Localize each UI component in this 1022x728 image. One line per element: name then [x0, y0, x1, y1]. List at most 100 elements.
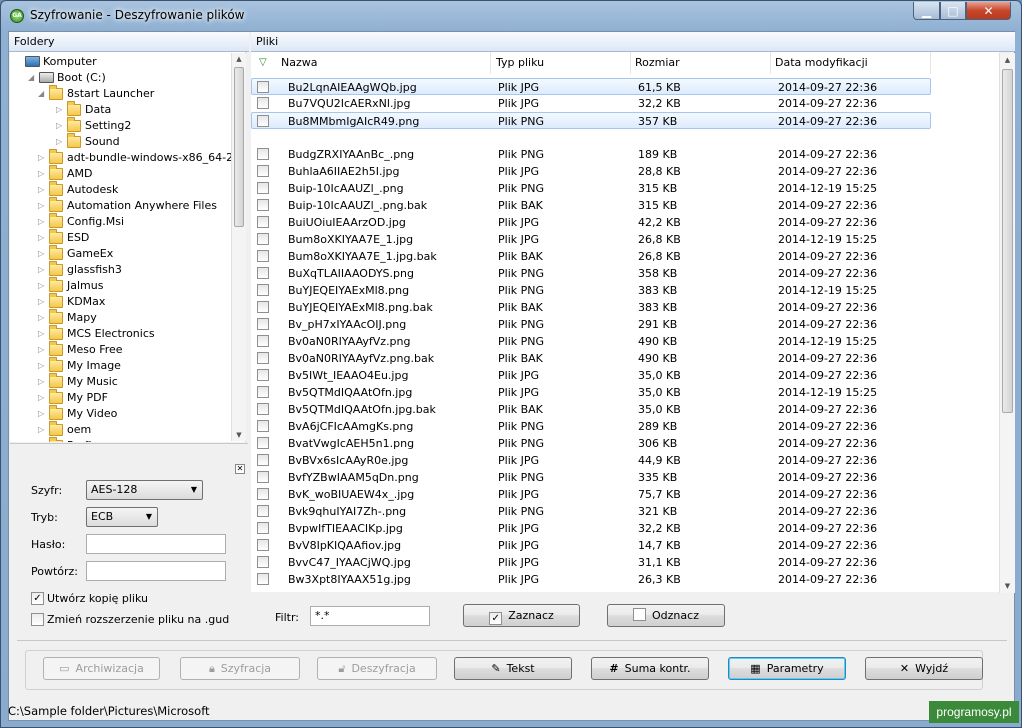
row-checkbox[interactable]	[257, 182, 269, 194]
table-row[interactable]: BuYJEQEIYAExMl8.png Plik PNG 383 KB 2014-12…	[252, 282, 932, 299]
row-checkbox[interactable]	[257, 505, 269, 517]
col-name[interactable]: ▽ Nazwa	[251, 52, 491, 74]
table-row[interactable]: Bv_pH7xIYAAcOIJ.png Plik PNG 291 KB 2014-09…	[252, 316, 932, 333]
title-bar[interactable]: GA Szyfrowanie - Deszyfrowanie plików ▁ …	[1, 1, 1021, 31]
row-checkbox[interactable]	[257, 539, 269, 551]
table-row[interactable]: Bv5IWt_IEAAO4Eu.jpg Plik JPG 35,0 KB 2014-0…	[252, 367, 932, 384]
table-row[interactable]: BvvC47_IYAACjWQ.jpg Plik JPG 31,1 KB 2014-0…	[252, 554, 932, 571]
table-row[interactable]: BvK_woBIUAEW4x_.jpg Plik JPG 75,7 KB 2014-0…	[252, 486, 932, 503]
row-checkbox[interactable]	[257, 267, 269, 279]
table-row[interactable]: Bu2LqnAIEAAgWQb.jpg Plik JPG 61,5 KB 2014-0…	[251, 78, 931, 95]
expand-arrow-icon[interactable]: ▷	[56, 118, 65, 134]
table-row[interactable]: Bvk9qhuIYAI7Zh-.png Plik PNG 321 KB 2014-09…	[252, 503, 932, 520]
row-checkbox[interactable]	[257, 471, 269, 483]
expand-arrow-icon[interactable]: ▷	[38, 262, 47, 278]
row-checkbox[interactable]	[257, 437, 269, 449]
text-button[interactable]: ✎ Tekst	[454, 657, 572, 680]
files-scroll-thumb[interactable]	[1002, 69, 1013, 413]
col-size[interactable]: Rozmiar	[631, 52, 771, 74]
expand-arrow-icon[interactable]: ▷	[38, 342, 47, 358]
parameters-button[interactable]: ▦ Parametry	[728, 657, 846, 680]
row-checkbox[interactable]	[257, 165, 269, 177]
expand-arrow-icon[interactable]: ▷	[38, 214, 47, 230]
table-row[interactable]: BvpwIfTIEAACIKp.jpg Plik JPG 32,2 KB 2014-0…	[252, 520, 932, 537]
folder-scroll-thumb[interactable]	[234, 67, 244, 227]
expand-arrow-icon[interactable]: ▷	[38, 150, 47, 166]
expand-arrow-icon[interactable]: ▷	[38, 390, 47, 406]
row-checkbox[interactable]	[257, 573, 269, 585]
table-row[interactable]: BvV8IpKIQAAfiov.jpg Plik JPG 14,7 KB 2014-0…	[252, 537, 932, 554]
expand-arrow-icon[interactable]: ◢	[38, 86, 47, 102]
checksum-button[interactable]: # Suma kontr.	[591, 657, 709, 680]
expand-arrow-icon[interactable]: ▷	[38, 294, 47, 310]
row-checkbox[interactable]	[257, 199, 269, 211]
row-checkbox[interactable]	[257, 335, 269, 347]
expand-arrow-icon[interactable]: ▷	[38, 230, 47, 246]
row-checkbox[interactable]	[257, 369, 269, 381]
row-checkbox[interactable]	[257, 522, 269, 534]
row-checkbox[interactable]	[257, 386, 269, 398]
table-row[interactable]: BvBVx6sIcAAyR0e.jpg Plik JPG 44,9 KB 2014-0…	[252, 452, 932, 469]
table-row[interactable]: BuXqTLAIIAAODYS.png Plik PNG 358 KB 2014-09…	[252, 265, 932, 282]
expand-arrow-icon[interactable]: ▷	[38, 438, 47, 442]
expand-arrow-icon[interactable]: ▷	[38, 166, 47, 182]
expand-arrow-icon[interactable]	[14, 54, 23, 70]
table-row[interactable]: Bu8MMbmIgAIcR49.png Plik PNG 357 KB 2014-09…	[251, 112, 931, 129]
expand-arrow-icon[interactable]: ▷	[38, 246, 47, 262]
row-checkbox[interactable]	[257, 352, 269, 364]
expand-arrow-icon[interactable]: ▷	[38, 278, 47, 294]
table-row[interactable]: Bv0aN0RIYAAyfVz.png.bak Plik BAK 490 KB 201…	[252, 350, 932, 367]
table-row[interactable]: BuYJEQEIYAExMl8.png.bak Plik BAK 383 KB 201…	[252, 299, 932, 316]
table-row[interactable]: BuhlaA6IIAE2h5I.jpg Plik JPG 28,8 KB 2014-0…	[252, 163, 932, 180]
expand-arrow-icon[interactable]: ◢	[28, 70, 37, 86]
repeat-password-input[interactable]	[86, 561, 226, 581]
splitter[interactable]	[10, 443, 248, 453]
maximize-button[interactable]: □	[940, 2, 966, 20]
row-checkbox[interactable]	[257, 216, 269, 228]
scroll-up-icon[interactable]: ▲	[232, 55, 246, 63]
folder-tree-scrollbar[interactable]: ▲ ▼	[231, 53, 246, 441]
table-row[interactable]: Bw3Xpt8IYAAX51g.jpg Plik JPG 26,3 KB 2014-0…	[252, 571, 932, 588]
deselect-all-button[interactable]: Odznacz	[607, 604, 725, 627]
folder-tree[interactable]: Komputer ◢ Boot (C:) ◢ 8start Launcher ▷ Data ▷…	[10, 52, 246, 442]
col-date[interactable]: Data modyfikacji	[771, 52, 931, 74]
table-row[interactable]: Bu7VQU2IcAERxNl.jpg Plik JPG 32,2 KB 2014-0…	[252, 95, 932, 112]
row-checkbox[interactable]	[257, 250, 269, 262]
table-row[interactable]: Bv0aN0RIYAAyfVz.png Plik PNG 490 KB 2014-12…	[252, 333, 932, 350]
cipher-select[interactable]: AES-128 ▼	[86, 480, 203, 500]
files-scrollbar[interactable]: ▲ ▼	[999, 53, 1015, 593]
scroll-down-icon[interactable]: ▼	[1000, 582, 1015, 590]
row-checkbox[interactable]	[257, 403, 269, 415]
row-checkbox[interactable]	[257, 115, 269, 127]
table-row[interactable]: BudgZRXIYAAnBc_.png Plik PNG 189 KB 2014-09…	[252, 146, 932, 163]
mode-select[interactable]: ECB ▼	[86, 507, 158, 527]
close-button[interactable]: ✕	[966, 2, 1011, 20]
archive-button[interactable]: ▭ Archiwizacja	[43, 657, 160, 680]
extension-checkbox[interactable]	[31, 613, 44, 626]
col-type[interactable]: Typ pliku	[491, 52, 631, 74]
table-row[interactable]: Bv5QTMdIQAAtOfn.jpg.bak Plik BAK 35,0 KB 20…	[252, 401, 932, 418]
table-row[interactable]: BvfYZBwIAAM5qDn.png Plik PNG 335 KB 2014-09…	[252, 469, 932, 486]
table-row[interactable]: BvatVwgIcAEH5n1.png Plik PNG 306 KB 2014-09…	[252, 435, 932, 452]
table-row[interactable]: Buip-10IcAAUZl_.png Plik PNG 315 KB 2014-12…	[252, 180, 932, 197]
expand-arrow-icon[interactable]: ▷	[38, 182, 47, 198]
table-row[interactable]: BuiUOiuIEAArzOD.jpg Plik JPG 42,2 KB 2014-0…	[252, 214, 932, 231]
table-row[interactable]: Bum8oXKIYAA7E_1.jpg.bak Plik BAK 26,8 KB 20…	[252, 248, 932, 265]
table-row[interactable]: Bv5QTMdIQAAtOfn.jpg Plik JPG 35,0 KB 2014-1…	[252, 384, 932, 401]
filter-input[interactable]: *.*	[310, 606, 430, 626]
select-all-button[interactable]: ✓ Zaznacz	[463, 604, 580, 627]
expand-arrow-icon[interactable]: ▷	[38, 358, 47, 374]
expand-arrow-icon[interactable]: ▷	[38, 422, 47, 438]
row-checkbox[interactable]	[257, 81, 269, 93]
row-checkbox[interactable]	[257, 97, 269, 109]
row-checkbox[interactable]	[257, 301, 269, 313]
exit-button[interactable]: ✕ Wyjdź	[865, 657, 983, 680]
expand-arrow-icon[interactable]: ▷	[38, 326, 47, 342]
table-row[interactable]: Buip-10IcAAUZl_.png.bak Plik BAK 315 KB 201…	[252, 197, 932, 214]
minimize-button[interactable]: ▁	[913, 2, 940, 20]
expand-arrow-icon[interactable]: ▷	[38, 198, 47, 214]
password-input[interactable]	[86, 534, 226, 554]
row-checkbox[interactable]	[257, 556, 269, 568]
table-row[interactable]	[252, 129, 932, 146]
expand-arrow-icon[interactable]: ▷	[56, 134, 65, 150]
